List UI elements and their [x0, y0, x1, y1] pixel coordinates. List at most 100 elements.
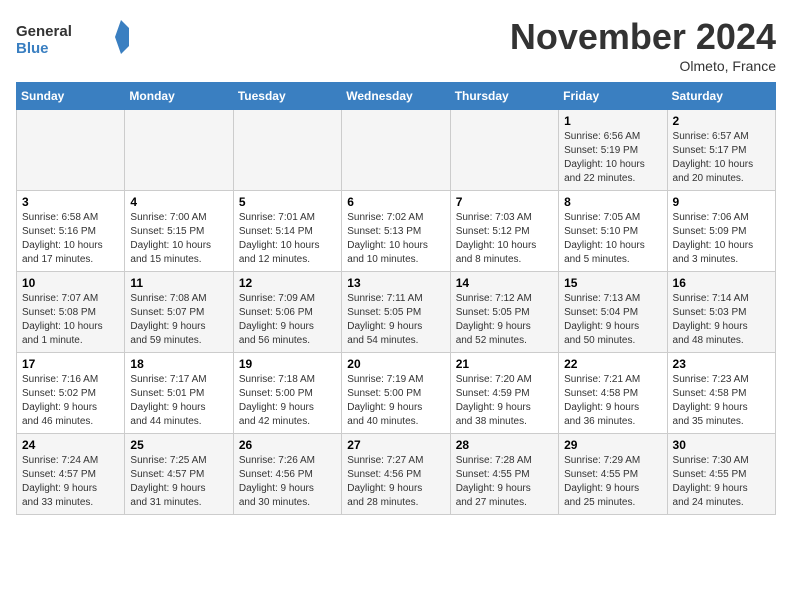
day-cell: 16 Sunrise: 7:14 AM Sunset: 5:03 PM Dayli…	[667, 272, 775, 353]
day-cell: 13 Sunrise: 7:11 AM Sunset: 5:05 PM Dayli…	[342, 272, 450, 353]
col-header-thursday: Thursday	[450, 83, 558, 110]
day-number: 10	[22, 276, 119, 290]
day-info: Sunrise: 7:19 AM Sunset: 5:00 PM Dayligh…	[347, 373, 444, 429]
day-cell: 7 Sunrise: 7:03 AM Sunset: 5:12 PM Daylig…	[450, 191, 558, 272]
day-number: 26	[239, 438, 336, 452]
day-info: Sunrise: 7:23 AM Sunset: 4:58 PM Dayligh…	[673, 373, 770, 429]
day-info: Sunrise: 7:29 AM Sunset: 4:55 PM Dayligh…	[564, 454, 661, 510]
day-cell: 29 Sunrise: 7:29 AM Sunset: 4:55 PM Dayli…	[559, 434, 667, 515]
day-number: 27	[347, 438, 444, 452]
logo: General Blue	[16, 16, 136, 60]
day-info: Sunrise: 7:18 AM Sunset: 5:00 PM Dayligh…	[239, 373, 336, 429]
day-info: Sunrise: 7:08 AM Sunset: 5:07 PM Dayligh…	[130, 292, 227, 348]
day-info: Sunrise: 7:09 AM Sunset: 5:06 PM Dayligh…	[239, 292, 336, 348]
day-cell: 4Sunrise: 7:00 AM Sunset: 5:15 PM Daylig…	[125, 191, 233, 272]
month-title: November 2024	[510, 16, 776, 58]
day-info: Sunrise: 7:20 AM Sunset: 4:59 PM Dayligh…	[456, 373, 553, 429]
day-info: Sunrise: 7:05 AM Sunset: 5:10 PM Dayligh…	[564, 211, 661, 267]
day-number: 19	[239, 357, 336, 371]
day-info: Sunrise: 7:27 AM Sunset: 4:56 PM Dayligh…	[347, 454, 444, 510]
col-header-monday: Monday	[125, 83, 233, 110]
day-info: Sunrise: 7:00 AM Sunset: 5:15 PM Dayligh…	[130, 211, 227, 267]
day-cell	[17, 110, 125, 191]
day-info: Sunrise: 7:30 AM Sunset: 4:55 PM Dayligh…	[673, 454, 770, 510]
day-info: Sunrise: 7:01 AM Sunset: 5:14 PM Dayligh…	[239, 211, 336, 267]
day-cell: 3 Sunrise: 6:58 AM Sunset: 5:16 PM Daylig…	[17, 191, 125, 272]
day-cell: 22 Sunrise: 7:21 AM Sunset: 4:58 PM Dayli…	[559, 353, 667, 434]
day-number: 24	[22, 438, 119, 452]
day-info: Sunrise: 7:06 AM Sunset: 5:09 PM Dayligh…	[673, 211, 770, 267]
day-info: Sunrise: 7:13 AM Sunset: 5:04 PM Dayligh…	[564, 292, 661, 348]
day-cell: 10Sunrise: 7:07 AM Sunset: 5:08 PM Dayli…	[17, 272, 125, 353]
day-info: Sunrise: 7:03 AM Sunset: 5:12 PM Dayligh…	[456, 211, 553, 267]
day-number: 18	[130, 357, 227, 371]
day-info: Sunrise: 7:11 AM Sunset: 5:05 PM Dayligh…	[347, 292, 444, 348]
day-info: Sunrise: 6:58 AM Sunset: 5:16 PM Dayligh…	[22, 211, 119, 267]
day-number: 13	[347, 276, 444, 290]
title-block: November 2024 Olmeto, France	[510, 16, 776, 74]
day-info: Sunrise: 7:24 AM Sunset: 4:57 PM Dayligh…	[22, 454, 119, 510]
day-number: 28	[456, 438, 553, 452]
day-number: 20	[347, 357, 444, 371]
header-row: SundayMondayTuesdayWednesdayThursdayFrid…	[17, 83, 776, 110]
day-number: 8	[564, 195, 661, 209]
day-cell: 28 Sunrise: 7:28 AM Sunset: 4:55 PM Dayli…	[450, 434, 558, 515]
col-header-saturday: Saturday	[667, 83, 775, 110]
day-info: Sunrise: 7:28 AM Sunset: 4:55 PM Dayligh…	[456, 454, 553, 510]
day-info: Sunrise: 7:21 AM Sunset: 4:58 PM Dayligh…	[564, 373, 661, 429]
day-info: Sunrise: 7:17 AM Sunset: 5:01 PM Dayligh…	[130, 373, 227, 429]
day-number: 23	[673, 357, 770, 371]
day-number: 2	[673, 114, 770, 128]
logo-svg: General Blue	[16, 16, 136, 60]
day-info: Sunrise: 7:26 AM Sunset: 4:56 PM Dayligh…	[239, 454, 336, 510]
day-number: 22	[564, 357, 661, 371]
day-cell: 6 Sunrise: 7:02 AM Sunset: 5:13 PM Daylig…	[342, 191, 450, 272]
day-cell: 21 Sunrise: 7:20 AM Sunset: 4:59 PM Dayli…	[450, 353, 558, 434]
week-row-2: 3 Sunrise: 6:58 AM Sunset: 5:16 PM Daylig…	[17, 191, 776, 272]
col-header-friday: Friday	[559, 83, 667, 110]
day-info: Sunrise: 7:14 AM Sunset: 5:03 PM Dayligh…	[673, 292, 770, 348]
day-number: 30	[673, 438, 770, 452]
day-info: Sunrise: 7:16 AM Sunset: 5:02 PM Dayligh…	[22, 373, 119, 429]
day-number: 9	[673, 195, 770, 209]
week-row-1: 1 Sunrise: 6:56 AM Sunset: 5:19 PM Daylig…	[17, 110, 776, 191]
day-cell: 17 Sunrise: 7:16 AM Sunset: 5:02 PM Dayli…	[17, 353, 125, 434]
day-info: Sunrise: 7:12 AM Sunset: 5:05 PM Dayligh…	[456, 292, 553, 348]
day-cell: 19 Sunrise: 7:18 AM Sunset: 5:00 PM Dayli…	[233, 353, 341, 434]
day-number: 16	[673, 276, 770, 290]
day-number: 6	[347, 195, 444, 209]
day-info: Sunrise: 7:02 AM Sunset: 5:13 PM Dayligh…	[347, 211, 444, 267]
day-number: 15	[564, 276, 661, 290]
day-number: 29	[564, 438, 661, 452]
day-info: Sunrise: 7:25 AM Sunset: 4:57 PM Dayligh…	[130, 454, 227, 510]
svg-text:General: General	[16, 23, 72, 40]
day-cell: 9 Sunrise: 7:06 AM Sunset: 5:09 PM Daylig…	[667, 191, 775, 272]
calendar-table: SundayMondayTuesdayWednesdayThursdayFrid…	[16, 82, 776, 515]
day-cell	[450, 110, 558, 191]
day-cell: 27 Sunrise: 7:27 AM Sunset: 4:56 PM Dayli…	[342, 434, 450, 515]
day-number: 3	[22, 195, 119, 209]
day-info: Sunrise: 6:56 AM Sunset: 5:19 PM Dayligh…	[564, 130, 661, 186]
day-number: 1	[564, 114, 661, 128]
day-cell	[233, 110, 341, 191]
day-cell: 11 Sunrise: 7:08 AM Sunset: 5:07 PM Dayli…	[125, 272, 233, 353]
day-cell: 8 Sunrise: 7:05 AM Sunset: 5:10 PM Daylig…	[559, 191, 667, 272]
day-cell	[342, 110, 450, 191]
svg-text:Blue: Blue	[16, 40, 49, 57]
day-number: 12	[239, 276, 336, 290]
week-row-4: 17 Sunrise: 7:16 AM Sunset: 5:02 PM Dayli…	[17, 353, 776, 434]
day-number: 7	[456, 195, 553, 209]
day-number: 17	[22, 357, 119, 371]
day-number: 21	[456, 357, 553, 371]
week-row-3: 10Sunrise: 7:07 AM Sunset: 5:08 PM Dayli…	[17, 272, 776, 353]
day-cell: 23 Sunrise: 7:23 AM Sunset: 4:58 PM Dayli…	[667, 353, 775, 434]
day-cell: 18 Sunrise: 7:17 AM Sunset: 5:01 PM Dayli…	[125, 353, 233, 434]
day-cell: 24 Sunrise: 7:24 AM Sunset: 4:57 PM Dayli…	[17, 434, 125, 515]
col-header-sunday: Sunday	[17, 83, 125, 110]
day-cell: 5Sunrise: 7:01 AM Sunset: 5:14 PM Daylig…	[233, 191, 341, 272]
day-cell: 1 Sunrise: 6:56 AM Sunset: 5:19 PM Daylig…	[559, 110, 667, 191]
day-info: Sunrise: 6:57 AM Sunset: 5:17 PM Dayligh…	[673, 130, 770, 186]
day-number: 11	[130, 276, 227, 290]
day-number: 25	[130, 438, 227, 452]
page-header: General Blue November 2024 Olmeto, Franc…	[16, 16, 776, 74]
